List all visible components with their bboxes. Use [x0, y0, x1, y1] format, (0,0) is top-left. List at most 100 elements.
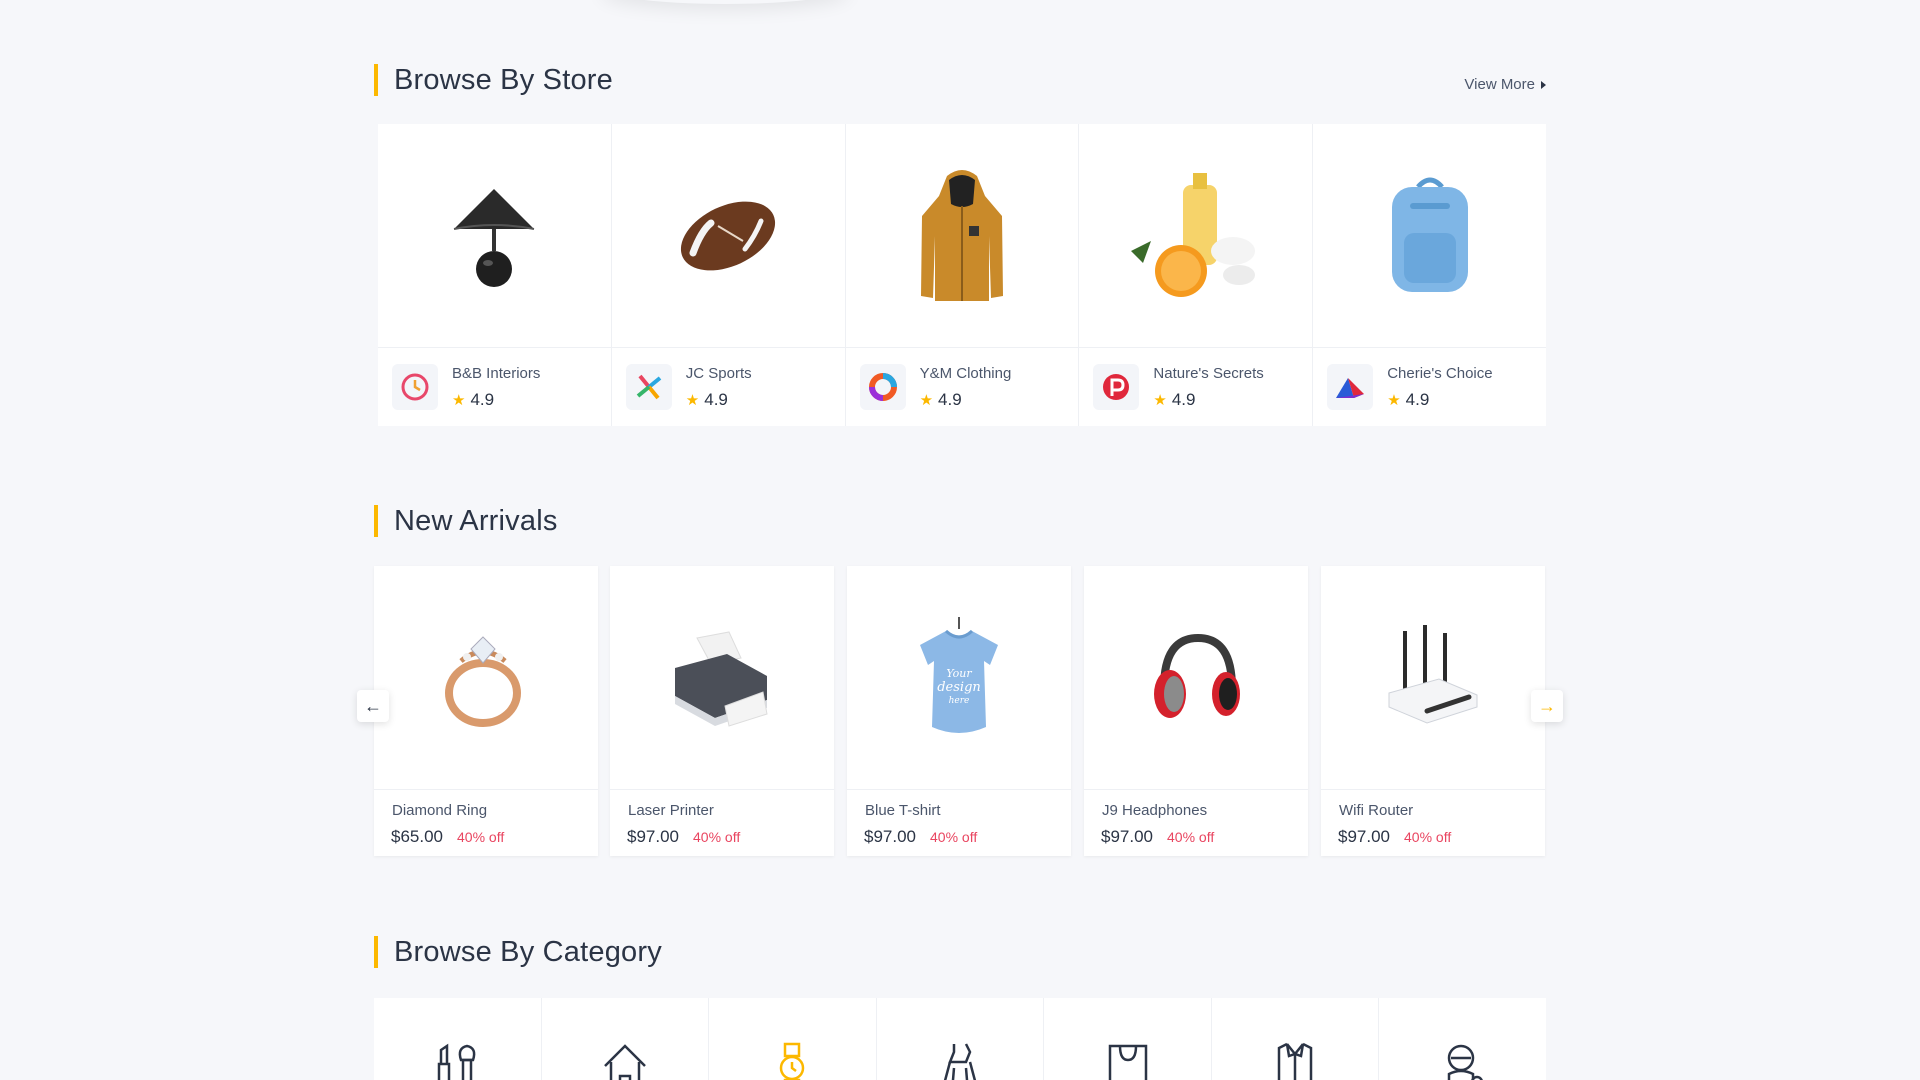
store-product-image — [1079, 124, 1313, 348]
store-rating: ★ 4.9 — [452, 390, 540, 410]
product-image — [1321, 566, 1545, 790]
store-name: Y&M Clothing — [919, 364, 1012, 382]
router-icon — [1388, 624, 1478, 724]
store-rating: ★ 4.9 — [920, 390, 1012, 410]
carousel-prev-button[interactable]: ← — [357, 690, 389, 722]
pinwheel-logo-icon — [636, 374, 662, 400]
product-image — [610, 566, 834, 790]
cosmetics-icon — [1130, 172, 1255, 297]
store-logo — [1093, 364, 1140, 410]
printer-icon — [675, 630, 768, 727]
product-price: $97.00 — [864, 827, 916, 846]
product-name: Laser Printer — [628, 802, 714, 819]
product-discount: 40% off — [930, 829, 978, 845]
hoodie-icon — [920, 169, 1003, 301]
section-title: Browse By Category — [394, 935, 662, 968]
store-product-image — [611, 124, 845, 348]
caret-right-icon — [1541, 80, 1546, 89]
tshirt-icon: Your design here — [920, 617, 998, 733]
category-item[interactable] — [877, 998, 1045, 1080]
star-icon: ★ — [919, 391, 934, 409]
store-product-image — [845, 124, 1079, 348]
section-title: Browse By Store — [394, 63, 613, 96]
product-price: $65.00 — [391, 827, 443, 846]
arrow-right-icon: → — [1538, 695, 1556, 716]
store-name: JC Sports — [685, 364, 752, 382]
star-icon: ★ — [452, 391, 466, 409]
category-list — [374, 998, 1546, 1080]
clock-logo-icon — [401, 373, 429, 401]
browse-by-category-header: Browse By Category — [374, 934, 1546, 970]
bag-icon — [1108, 1044, 1147, 1080]
product-name: Wifi Router — [1339, 802, 1414, 819]
store-card[interactable]: B&B Interiors ★ 4.9 — [378, 124, 612, 426]
rating-value: 4.9 — [470, 389, 495, 409]
product-card[interactable]: J9 Headphones $97.00 40% off — [1084, 566, 1308, 856]
store-logo — [1327, 364, 1374, 410]
category-item[interactable] — [1212, 998, 1380, 1080]
product-name: Blue T-shirt — [865, 802, 941, 819]
store-rating: ★ 4.9 — [1387, 390, 1492, 410]
section-accent-bar — [374, 936, 378, 968]
product-discount: 40% off — [1404, 829, 1452, 845]
store-card[interactable]: Nature's Secrets ★ 4.9 — [1079, 124, 1314, 426]
dress-icon — [943, 1043, 977, 1080]
store-logo — [392, 364, 438, 410]
store-product-image — [378, 124, 611, 348]
triangle-logo-icon — [1336, 378, 1365, 398]
home-icon — [603, 1044, 646, 1080]
category-item[interactable] — [542, 998, 710, 1080]
new-arrivals-header: New Arrivals — [374, 503, 1546, 539]
backpack-icon — [1391, 177, 1468, 292]
star-icon: ★ — [1153, 391, 1167, 409]
product-discount: 40% off — [693, 829, 741, 845]
makeup-icon — [438, 1043, 476, 1080]
category-item[interactable] — [1044, 998, 1212, 1080]
product-price: $97.00 — [1101, 827, 1153, 846]
browse-by-store-header: Browse By Store View More — [374, 62, 1546, 98]
store-card[interactable]: Cherie's Choice ★ 4.9 — [1313, 124, 1546, 426]
section-accent-bar — [374, 505, 378, 537]
section-title: New Arrivals — [394, 504, 558, 537]
product-discount: 40% off — [457, 829, 505, 845]
baby-icon — [1447, 1044, 1483, 1080]
category-item[interactable] — [1379, 998, 1546, 1080]
svg-text:design: design — [937, 680, 981, 695]
store-card[interactable]: JC Sports ★ 4.9 — [611, 124, 846, 426]
store-logo — [625, 364, 672, 410]
product-image — [374, 566, 598, 790]
football-icon — [681, 201, 776, 270]
header-shadow — [600, 0, 850, 4]
view-more-label: View More — [1464, 76, 1535, 93]
store-name: B&B Interiors — [452, 364, 541, 382]
star-icon: ★ — [1387, 391, 1401, 409]
product-price: $97.00 — [627, 827, 679, 846]
store-list: B&B Interiors ★ 4.9 JC Sports ★ 4.9 Y&M … — [378, 124, 1546, 426]
carousel-next-button[interactable]: → — [1531, 690, 1563, 722]
watch-icon — [780, 1042, 805, 1080]
store-rating: ★ 4.9 — [1153, 390, 1263, 410]
product-card[interactable]: Your design here Blue T-shirt $97.00 40%… — [847, 566, 1071, 856]
product-name: J9 Headphones — [1102, 802, 1208, 819]
product-card[interactable]: Laser Printer $97.00 40% off — [610, 566, 834, 856]
category-item[interactable] — [374, 998, 542, 1080]
rating-value: 4.9 — [1171, 389, 1196, 409]
p-logo-icon — [1103, 374, 1130, 400]
category-item[interactable] — [709, 998, 877, 1080]
section-accent-bar — [374, 64, 378, 96]
shirt-icon — [1277, 1042, 1313, 1080]
store-name: Cherie's Choice — [1387, 364, 1493, 382]
svg-text:Your: Your — [946, 667, 972, 680]
arrow-left-icon: ← — [364, 695, 382, 716]
ring-logo-icon — [868, 373, 897, 401]
product-price: $97.00 — [1338, 827, 1390, 846]
product-discount: 40% off — [1167, 829, 1215, 845]
lamp-icon — [454, 188, 535, 287]
svg-text:here: here — [949, 696, 970, 706]
store-card[interactable]: Y&M Clothing ★ 4.9 — [845, 124, 1080, 426]
store-logo — [859, 364, 906, 410]
product-card[interactable]: Wifi Router $97.00 40% off — [1321, 566, 1545, 856]
product-card[interactable]: Diamond Ring $65.00 40% off — [374, 566, 598, 856]
view-more-link[interactable]: View More — [1464, 76, 1546, 93]
store-name: Nature's Secrets — [1153, 364, 1264, 382]
